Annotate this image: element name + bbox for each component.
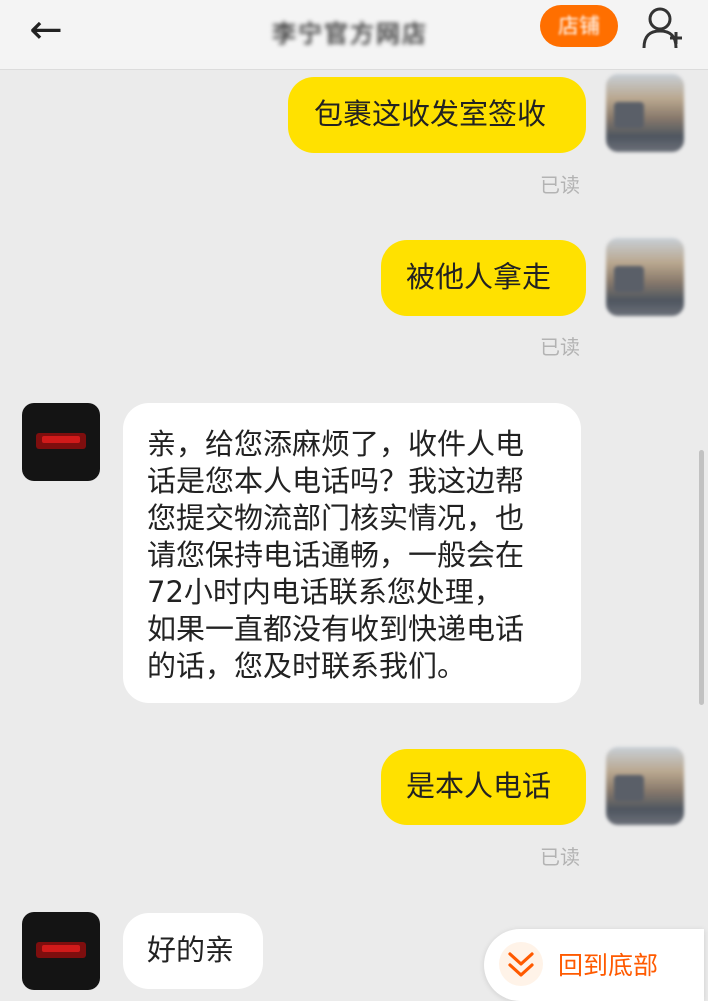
double-chevron-down-icon <box>499 942 543 986</box>
user-avatar[interactable] <box>606 747 684 825</box>
read-status: 已读 <box>540 335 580 359</box>
message-bubble-incoming[interactable]: 好的亲 <box>123 913 263 989</box>
back-to-bottom-button[interactable]: 回到底部 <box>484 929 704 1001</box>
shop-avatar[interactable] <box>22 403 100 481</box>
read-status: 已读 <box>540 845 580 869</box>
shop-button-label: 店铺 <box>558 14 600 38</box>
user-avatar[interactable] <box>606 238 684 316</box>
shop-name-title: 李宁官方网店 <box>272 20 428 48</box>
message-bubble-incoming[interactable]: 亲，给您添麻烦了，收件人电 话是您本人电话吗？我这边帮 您提交物流部门核实情况，… <box>123 403 581 703</box>
scrollbar[interactable] <box>699 450 704 705</box>
message-bubble-outgoing[interactable]: 包裹这收发室签收 <box>288 77 586 153</box>
back-arrow-icon[interactable]: ← <box>22 8 70 56</box>
message-bubble-outgoing[interactable]: 是本人电话 <box>381 749 586 825</box>
shop-button[interactable]: 店铺 <box>540 5 618 47</box>
user-avatar[interactable] <box>606 74 684 152</box>
message-bubble-outgoing[interactable]: 被他人拿走 <box>381 240 586 316</box>
shop-avatar[interactable] <box>22 912 100 990</box>
read-status: 已读 <box>540 173 580 197</box>
chat-header: ← 李宁官方网店 店铺 <box>0 0 708 70</box>
back-to-bottom-label: 回到底部 <box>558 951 659 980</box>
user-icon[interactable] <box>640 4 684 50</box>
